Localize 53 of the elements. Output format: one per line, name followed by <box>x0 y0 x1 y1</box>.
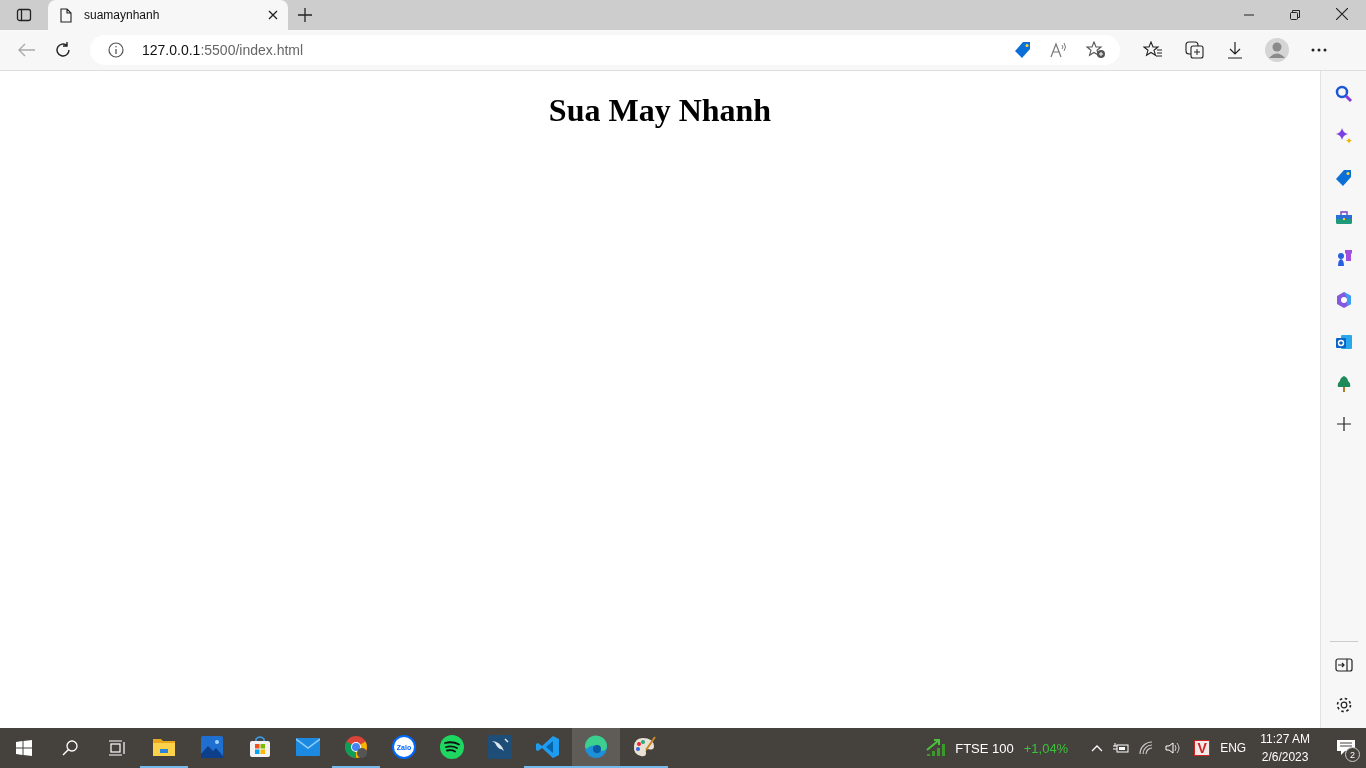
windows-start-icon[interactable] <box>16 740 32 756</box>
tray-app-icon[interactable]: V <box>1194 740 1211 756</box>
close-icon[interactable] <box>268 10 278 20</box>
more-icon[interactable] <box>1311 48 1327 52</box>
photo-app-icon <box>201 736 223 758</box>
toolbox-icon[interactable] <box>1334 211 1353 225</box>
stock-name[interactable]: FTSE 100 <box>955 740 1014 756</box>
new-tab-icon[interactable] <box>298 8 312 22</box>
read-aloud-icon[interactable] <box>1050 42 1068 58</box>
browser-logo-icon <box>344 735 368 759</box>
tab-actions-icon[interactable] <box>16 7 32 23</box>
tab-title: suamaynhanh <box>84 8 161 22</box>
star-plus-icon[interactable] <box>1086 41 1106 59</box>
page-heading: Sua May Nhanh <box>547 92 773 129</box>
tag-icon[interactable] <box>1334 169 1353 187</box>
mail-app-icon[interactable] <box>1334 333 1353 351</box>
music-app-icon <box>440 735 464 759</box>
envelope-icon <box>296 738 320 756</box>
clock[interactable]: 11:27 AM 2/6/2023 <box>1260 732 1310 764</box>
close-icon[interactable] <box>1336 8 1348 20</box>
battery-icon[interactable] <box>1113 742 1130 754</box>
code-editor-icon <box>536 735 560 759</box>
page-icon <box>60 7 72 23</box>
address-bar[interactable]: 127.0.0.1:5500/index.html <box>90 35 1120 65</box>
notification-count: 2 <box>1345 747 1360 762</box>
download-icon[interactable] <box>1227 41 1243 59</box>
browser-tab[interactable]: suamaynhanh <box>48 0 288 30</box>
search-icon[interactable] <box>1334 85 1353 103</box>
info-icon <box>108 42 124 58</box>
chevron-up-icon[interactable] <box>1091 744 1104 752</box>
tag-icon[interactable] <box>1014 41 1032 59</box>
collections-icon[interactable] <box>1185 41 1205 59</box>
search-icon[interactable] <box>62 740 78 756</box>
url-text: 127.0.0.1:5500/index.html <box>142 42 304 58</box>
add-icon[interactable] <box>1336 417 1351 431</box>
settings-icon[interactable] <box>1334 696 1353 714</box>
restore-icon[interactable] <box>1290 10 1300 20</box>
speaker-icon[interactable] <box>1165 741 1182 755</box>
refresh-icon[interactable] <box>54 41 72 59</box>
hexagon-logo-icon[interactable] <box>1334 291 1353 309</box>
task-view-icon[interactable] <box>108 740 126 756</box>
shopping-bag-icon <box>249 736 271 758</box>
hide-sidebar-icon[interactable] <box>1334 658 1353 672</box>
folder-icon <box>152 737 176 757</box>
stock-change[interactable]: +1,04% <box>1023 740 1069 756</box>
paint-palette-icon <box>632 736 656 758</box>
avatar-icon[interactable] <box>1265 38 1289 62</box>
clock-date: 2/6/2023 <box>1261 750 1309 764</box>
wave-browser-icon <box>584 735 608 759</box>
favorites-icon[interactable] <box>1143 41 1163 59</box>
clock-time: 11:27 AM <box>1260 732 1310 746</box>
rising-chart-icon[interactable] <box>925 738 948 758</box>
language-indicator[interactable]: ENG <box>1220 741 1247 755</box>
